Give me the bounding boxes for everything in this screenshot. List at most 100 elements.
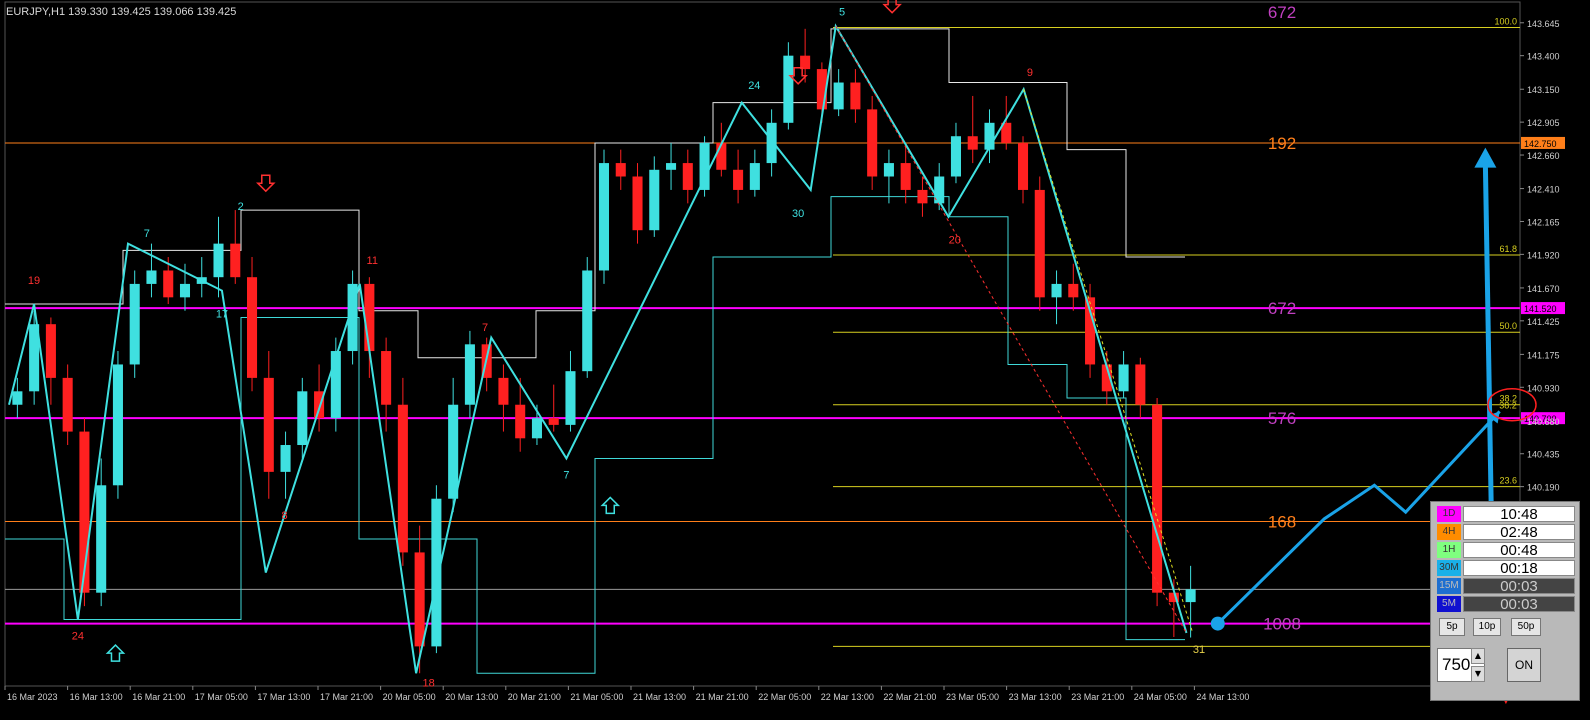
candle-body — [565, 371, 576, 425]
candle-body — [548, 418, 559, 425]
timeframe-countdown: 00:48 — [1463, 542, 1575, 559]
x-tick-label: 23 Mar 21:00 — [1071, 692, 1124, 702]
plot-frame — [4, 1, 1521, 687]
y-tick-label: 142.410 — [1527, 185, 1560, 195]
y-tick-label: 142.165 — [1527, 217, 1560, 227]
x-tick-label: 17 Mar 13:00 — [257, 692, 310, 702]
swing-count-label: 11 — [367, 255, 378, 267]
trend-dashed-line — [835, 25, 1187, 634]
candle-body — [1135, 364, 1146, 405]
candle-body — [766, 122, 777, 164]
candle-body — [431, 498, 442, 647]
level-count-label: 168 — [1268, 513, 1296, 532]
candle-timer-panel: 1D 10:48 4H 02:48 1H 00:48 30M 00:18 15M 00:03 5M 0… — [1430, 501, 1580, 701]
level-count-label: 1008 — [1263, 615, 1301, 634]
timeframe-countdown: 00:18 — [1463, 560, 1575, 577]
y-tick-label: 141.670 — [1527, 284, 1560, 294]
swing-count-label: 24 — [748, 80, 760, 92]
candle-body — [448, 404, 459, 499]
candle-body — [414, 552, 425, 647]
candle-body — [62, 377, 73, 432]
candle-body — [263, 377, 274, 472]
candle-body — [1152, 404, 1163, 593]
timer-row: 15M 00:03 — [1437, 578, 1575, 595]
candle-body — [1118, 364, 1129, 392]
x-tick-label: 22 Mar 05:00 — [758, 692, 811, 702]
price-chart[interactable]: 100.061.850.038.223.6142.750192141.52067… — [0, 0, 1590, 720]
candle-body — [12, 391, 23, 405]
candle-body — [247, 277, 258, 378]
candle-body — [330, 351, 341, 419]
candle-body — [850, 82, 861, 110]
swing-count-label: 20 — [949, 235, 961, 247]
step-5p-button[interactable]: 5p — [1439, 618, 1465, 636]
y-tick-label: 140.435 — [1527, 450, 1560, 460]
timeframe-badge: 5M — [1437, 596, 1461, 612]
forecast-start-dot — [1210, 616, 1225, 631]
x-tick-label: 22 Mar 13:00 — [821, 692, 874, 702]
timeframe-badge: 1H — [1437, 542, 1461, 558]
x-tick-label: 20 Mar 13:00 — [445, 692, 498, 702]
x-tick-label: 21 Mar 05:00 — [570, 692, 623, 702]
x-tick-label: 21 Mar 13:00 — [633, 692, 686, 702]
fib-level-label: 100.0 — [1494, 16, 1517, 26]
swing-count-label: 8 — [282, 510, 288, 522]
swing-count-label: 7 — [563, 470, 569, 482]
step-50p-button[interactable]: 50p — [1511, 618, 1541, 636]
candle-body — [1068, 283, 1079, 298]
x-tick-label: 24 Mar 13:00 — [1196, 692, 1249, 702]
up-arrow-icon — [1474, 147, 1497, 168]
x-tick-label: 21 Mar 21:00 — [696, 692, 749, 702]
candle-body — [515, 404, 526, 439]
spin-down-icon[interactable]: ▼ — [1471, 666, 1485, 682]
swing-count-label: 17 — [216, 308, 228, 320]
spin-up-icon[interactable]: ▲ — [1471, 648, 1485, 664]
circled-fib-label: 38.2 — [1499, 401, 1517, 411]
y-tick-label: 141.175 — [1527, 350, 1560, 360]
y-tick-label: 140.190 — [1527, 483, 1560, 493]
level-count-label-top: 672 — [1268, 3, 1296, 22]
x-tick-label: 22 Mar 21:00 — [883, 692, 936, 702]
on-toggle-button[interactable]: ON — [1507, 648, 1541, 682]
candle-body — [230, 243, 241, 278]
buy-arrow-icon — [105, 644, 126, 662]
timer-row: 30M 00:18 — [1437, 560, 1575, 577]
fib-level-label: 61.8 — [1499, 244, 1517, 254]
candle-body — [917, 189, 928, 204]
candle-body — [1185, 589, 1196, 603]
y-tick-label: 142.905 — [1527, 118, 1560, 128]
swing-count-label: 24 — [72, 631, 84, 643]
candle-body — [900, 163, 911, 190]
timeframe-badge: 1D — [1437, 506, 1461, 522]
swing-count-label: 2 — [238, 201, 244, 213]
swing-count-label: 19 — [28, 275, 40, 287]
swing-count-label: 30 — [792, 208, 804, 220]
step-10p-button[interactable]: 10p — [1473, 618, 1501, 636]
level-count-label: 192 — [1268, 134, 1296, 153]
y-tick-label: 140.930 — [1527, 383, 1560, 393]
candle-body — [749, 163, 760, 190]
candle-body — [833, 82, 844, 110]
x-tick-label: 17 Mar 05:00 — [195, 692, 248, 702]
candle-body — [498, 377, 509, 405]
timer-row: 1H 00:48 — [1437, 542, 1575, 559]
candle-body — [129, 283, 140, 365]
x-tick-label: 16 Mar 21:00 — [132, 692, 185, 702]
swing-count-label: 18 — [423, 678, 435, 690]
candle-body — [783, 55, 794, 123]
trend-dashed-line-yellow — [1023, 89, 1194, 634]
timeframe-countdown: 00:03 — [1463, 596, 1575, 613]
candle-body — [1017, 142, 1029, 190]
candle-body — [666, 163, 677, 170]
y-tick-label: 142.660 — [1527, 151, 1560, 161]
fib-level-label: 23.6 — [1499, 476, 1517, 486]
candle-body — [1034, 189, 1045, 298]
y-tick-label: 141.425 — [1527, 317, 1560, 327]
candle-body — [1051, 283, 1062, 298]
swing-count-label: 31 — [1193, 644, 1205, 656]
swing-count-label: 7 — [144, 228, 150, 240]
candle-body — [716, 142, 727, 170]
x-tick-label: 16 Mar 13:00 — [70, 692, 123, 702]
x-tick-label: 17 Mar 21:00 — [320, 692, 373, 702]
candle-body — [531, 418, 542, 439]
